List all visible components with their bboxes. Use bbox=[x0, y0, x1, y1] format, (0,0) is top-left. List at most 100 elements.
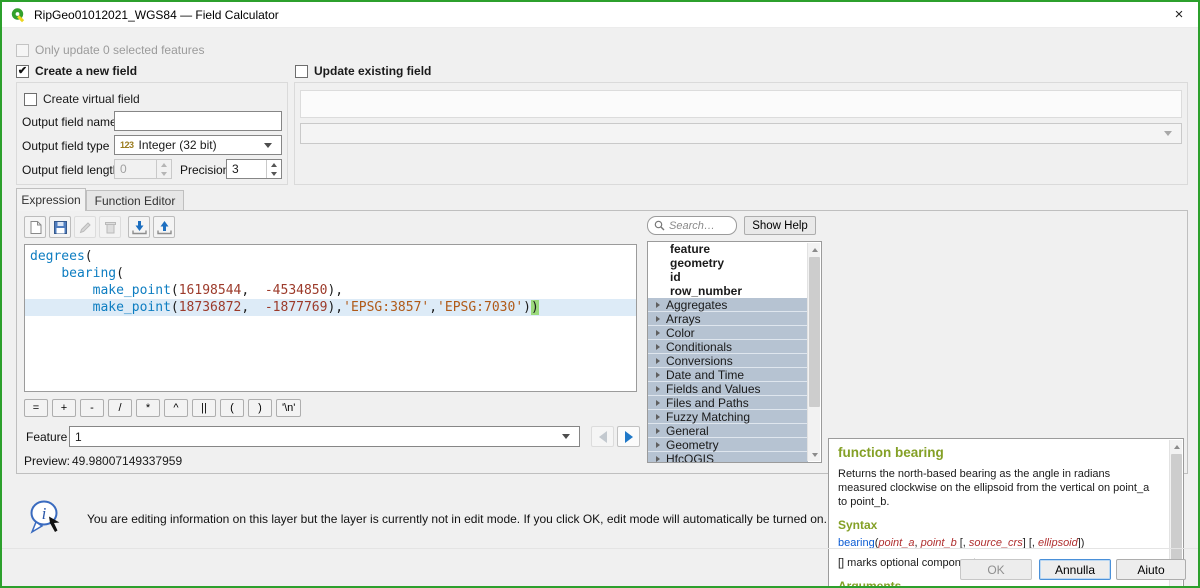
create-virtual-field-checkbox[interactable]: Create virtual field bbox=[24, 92, 140, 106]
group-label: HfcQGIS bbox=[666, 452, 714, 464]
show-help-button[interactable]: Show Help bbox=[744, 216, 816, 235]
operator-button-([interactable]: ( bbox=[220, 399, 244, 417]
expand-chevron-icon bbox=[656, 456, 660, 462]
function-search[interactable] bbox=[647, 216, 737, 235]
stepper-arrows bbox=[156, 160, 171, 178]
function-list-group-Files and Paths[interactable]: Files and Paths bbox=[648, 396, 808, 410]
cancel-button[interactable]: Annulla bbox=[1039, 559, 1111, 580]
tab-function-editor[interactable]: Function Editor bbox=[86, 190, 184, 210]
expand-chevron-icon bbox=[656, 386, 660, 392]
feature-previous-button bbox=[591, 426, 614, 447]
group-label: Fields and Values bbox=[666, 382, 761, 396]
import-arrow-down-icon bbox=[131, 220, 148, 235]
operator-button-^[interactable]: ^ bbox=[164, 399, 188, 417]
export-expressions-button[interactable] bbox=[153, 216, 175, 238]
function-list-group-Conversions[interactable]: Conversions bbox=[648, 354, 808, 368]
feature-select[interactable]: 1 bbox=[69, 426, 580, 447]
function-list-group-Date and Time[interactable]: Date and Time bbox=[648, 368, 808, 382]
operator-button-/[interactable]: / bbox=[108, 399, 132, 417]
help-label: Aiuto bbox=[1137, 563, 1164, 577]
function-list-group-Conditionals[interactable]: Conditionals bbox=[648, 340, 808, 354]
only-update-selected-checkbox: Only update 0 selected features bbox=[16, 43, 204, 57]
ok-button[interactable]: OK bbox=[960, 559, 1032, 580]
preview-value: 49.98007149337959 bbox=[72, 454, 182, 468]
output-field-name-input[interactable] bbox=[114, 111, 282, 131]
help-button[interactable]: Aiuto bbox=[1116, 559, 1186, 580]
save-expression-button[interactable] bbox=[49, 216, 71, 238]
function-list-group-Color[interactable]: Color bbox=[648, 326, 808, 340]
function-list-group-General[interactable]: General bbox=[648, 424, 808, 438]
group-label: Date and Time bbox=[666, 368, 744, 382]
search-input[interactable] bbox=[669, 220, 727, 232]
qgis-logo-icon bbox=[10, 7, 26, 23]
create-new-field-checkbox[interactable]: ✔ Create a new field bbox=[16, 64, 137, 78]
expand-chevron-icon bbox=[656, 358, 660, 364]
scrollbar-thumb[interactable] bbox=[809, 257, 820, 407]
code-line: make_point(18736872, -1877769),'EPSG:385… bbox=[25, 299, 636, 316]
field-calculator-window: RipGeo01012021_WGS84 — Field Calculator … bbox=[0, 0, 1200, 588]
close-button[interactable]: × bbox=[1160, 2, 1198, 28]
trash-icon bbox=[103, 220, 118, 235]
precision-stepper[interactable]: 3 bbox=[226, 159, 282, 179]
operator-button-row: =+-/*^||()'\n' bbox=[24, 399, 301, 417]
operator-button-=[interactable]: = bbox=[24, 399, 48, 417]
output-field-type-label: Output field type bbox=[22, 139, 109, 153]
expand-chevron-icon bbox=[656, 414, 660, 420]
function-list-group-Fields and Values[interactable]: Fields and Values bbox=[648, 382, 808, 396]
import-expressions-button[interactable] bbox=[128, 216, 150, 238]
operator-button-*[interactable]: * bbox=[136, 399, 160, 417]
update-existing-field-label: Update existing field bbox=[314, 64, 431, 78]
update-existing-field-checkbox[interactable]: Update existing field bbox=[295, 64, 431, 78]
window-title: RipGeo01012021_WGS84 — Field Calculator bbox=[34, 8, 279, 22]
group-label: Files and Paths bbox=[666, 396, 749, 410]
chevron-down-icon bbox=[558, 427, 574, 446]
output-field-type-select[interactable]: 123 Integer (32 bit) bbox=[114, 135, 282, 155]
function-list-group-HfcQGIS[interactable]: HfcQGIS bbox=[648, 452, 808, 463]
existing-field-select bbox=[300, 123, 1182, 144]
function-list-variable-feature[interactable]: feature bbox=[648, 242, 821, 256]
integer-type-icon: 123 bbox=[120, 140, 134, 150]
expand-chevron-icon bbox=[656, 400, 660, 406]
stepper-arrows[interactable] bbox=[266, 160, 281, 178]
chevron-down-icon bbox=[1160, 124, 1176, 143]
function-list-group-Geometry[interactable]: Geometry bbox=[648, 438, 808, 452]
only-update-label: Only update 0 selected features bbox=[35, 43, 204, 57]
precision-value: 3 bbox=[227, 160, 266, 178]
function-list-variable-geometry[interactable]: geometry bbox=[648, 256, 821, 270]
feature-label: Feature bbox=[26, 430, 67, 444]
scroll-up-icon[interactable] bbox=[1170, 440, 1183, 453]
precision-label: Precision bbox=[180, 163, 229, 177]
function-list-variable-row_number[interactable]: row_number bbox=[648, 284, 821, 298]
search-icon bbox=[654, 220, 665, 231]
next-arrow-icon bbox=[625, 431, 633, 443]
create-new-field-label: Create a new field bbox=[35, 64, 137, 78]
save-icon bbox=[53, 220, 68, 235]
function-list-variable-id[interactable]: id bbox=[648, 270, 821, 284]
stepper-down-icon bbox=[157, 169, 171, 178]
operator-button-+[interactable]: + bbox=[52, 399, 76, 417]
operator-button-)[interactable]: ) bbox=[248, 399, 272, 417]
operator-button-'\n'[interactable]: '\n' bbox=[276, 399, 301, 417]
stepper-down-icon[interactable] bbox=[267, 169, 281, 178]
help-description: Returns the north-based bearing as the a… bbox=[838, 467, 1159, 509]
group-label: Geometry bbox=[666, 438, 719, 452]
expand-chevron-icon bbox=[656, 442, 660, 448]
scroll-down-icon[interactable] bbox=[808, 448, 821, 461]
tab-expression[interactable]: Expression bbox=[16, 188, 86, 211]
function-list-group-Arrays[interactable]: Arrays bbox=[648, 312, 808, 326]
scrollbar-thumb[interactable] bbox=[1171, 454, 1182, 574]
stepper-up-icon[interactable] bbox=[267, 160, 281, 169]
function-list-group-Aggregates[interactable]: Aggregates bbox=[648, 298, 808, 312]
operator-button-||[interactable]: || bbox=[192, 399, 216, 417]
function-list[interactable]: featuregeometryidrow_numberAggregatesArr… bbox=[647, 241, 822, 463]
operator-button--[interactable]: - bbox=[80, 399, 104, 417]
code-line: make_point(16198544, -4534850), bbox=[25, 282, 636, 299]
close-icon: × bbox=[1175, 6, 1184, 23]
code-line: degrees( bbox=[25, 248, 636, 265]
expression-editor[interactable]: degrees( bearing( make_point(16198544, -… bbox=[24, 244, 637, 392]
function-list-scrollbar[interactable] bbox=[807, 243, 820, 461]
function-list-group-Fuzzy Matching[interactable]: Fuzzy Matching bbox=[648, 410, 808, 424]
scroll-up-icon[interactable] bbox=[808, 243, 821, 256]
new-expression-button[interactable] bbox=[24, 216, 46, 238]
feature-next-button[interactable] bbox=[617, 426, 640, 447]
